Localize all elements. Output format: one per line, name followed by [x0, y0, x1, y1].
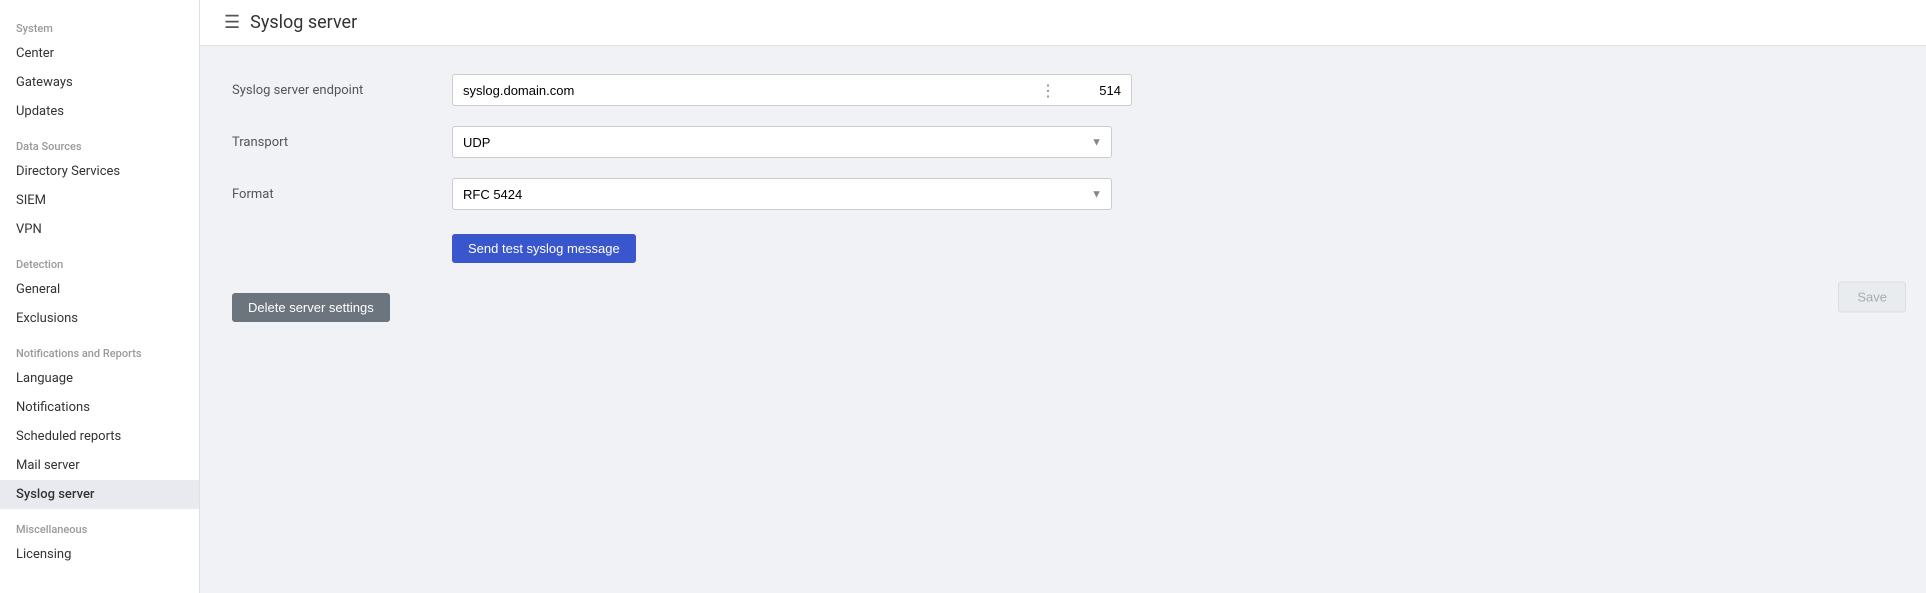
- endpoint-control: ⋮: [452, 74, 1132, 106]
- format-control: RFC 5424RFC 3164 ▼: [452, 178, 1132, 210]
- sidebar-item-syslog-server[interactable]: Syslog server: [0, 480, 199, 509]
- transport-row: Transport UDPTCPTLS ▼: [232, 126, 1894, 158]
- format-select-wrapper: RFC 5424RFC 3164 ▼: [452, 178, 1112, 210]
- format-select[interactable]: RFC 5424RFC 3164: [452, 178, 1112, 210]
- endpoint-input[interactable]: [452, 74, 1034, 106]
- endpoint-port-group: ⋮: [452, 74, 1132, 106]
- sidebar-section-label: Notifications and Reports: [0, 333, 199, 364]
- page-header: ☰ Syslog server: [200, 0, 1926, 46]
- main-content: ☰ Syslog server Syslog server endpoint ⋮…: [200, 0, 1926, 593]
- sidebar-section-label: Detection: [0, 244, 199, 275]
- sidebar-item-scheduled-reports[interactable]: Scheduled reports: [0, 422, 199, 451]
- syslog-icon: ☰: [224, 12, 240, 33]
- form-area: Syslog server endpoint ⋮ Transport UDPTC…: [200, 46, 1926, 593]
- port-divider-icon[interactable]: ⋮: [1034, 74, 1062, 106]
- sidebar-section-label: System: [0, 8, 199, 39]
- delete-row: Delete server settings: [232, 283, 1894, 322]
- sidebar-item-directory-services[interactable]: Directory Services: [0, 157, 199, 186]
- sidebar-item-vpn[interactable]: VPN: [0, 215, 199, 244]
- sidebar-item-notifications[interactable]: Notifications: [0, 393, 199, 422]
- endpoint-label: Syslog server endpoint: [232, 83, 452, 98]
- sidebar-item-updates[interactable]: Updates: [0, 97, 199, 126]
- delete-settings-button[interactable]: Delete server settings: [232, 293, 390, 322]
- format-label: Format: [232, 187, 452, 202]
- sidebar-item-center[interactable]: Center: [0, 39, 199, 68]
- sidebar-item-general[interactable]: General: [0, 275, 199, 304]
- transport-control: UDPTCPTLS ▼: [452, 126, 1132, 158]
- sidebar-item-gateways[interactable]: Gateways: [0, 68, 199, 97]
- sidebar-section-label: Miscellaneous: [0, 509, 199, 540]
- sidebar: SystemCenterGatewaysUpdatesData SourcesD…: [0, 0, 200, 593]
- send-test-row: Send test syslog message: [232, 230, 1894, 263]
- sidebar-item-licensing[interactable]: Licensing: [0, 540, 199, 569]
- port-input[interactable]: [1062, 74, 1132, 106]
- sidebar-item-exclusions[interactable]: Exclusions: [0, 304, 199, 333]
- transport-select[interactable]: UDPTCPTLS: [452, 126, 1112, 158]
- sidebar-item-language[interactable]: Language: [0, 364, 199, 393]
- sidebar-section-label: Data Sources: [0, 126, 199, 157]
- page-title: Syslog server: [250, 12, 357, 33]
- send-test-button[interactable]: Send test syslog message: [452, 234, 636, 263]
- transport-select-wrapper: UDPTCPTLS ▼: [452, 126, 1112, 158]
- save-button[interactable]: Save: [1838, 281, 1906, 312]
- sidebar-item-mail-server[interactable]: Mail server: [0, 451, 199, 480]
- sidebar-item-siem[interactable]: SIEM: [0, 186, 199, 215]
- transport-label: Transport: [232, 135, 452, 150]
- format-row: Format RFC 5424RFC 3164 ▼: [232, 178, 1894, 210]
- endpoint-row: Syslog server endpoint ⋮: [232, 74, 1894, 106]
